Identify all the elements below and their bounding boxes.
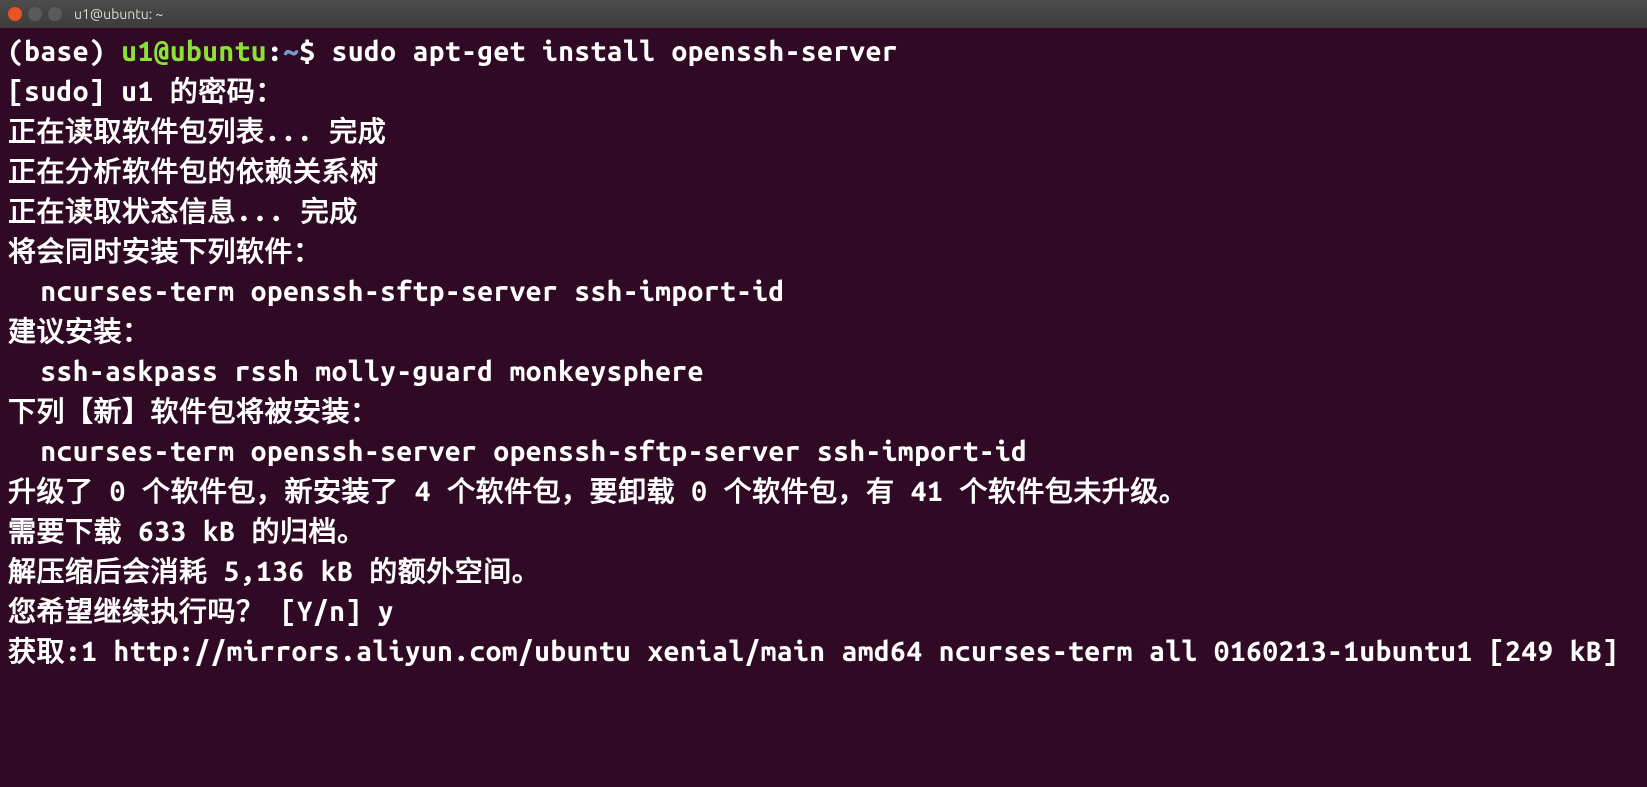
output-line: 下列【新】软件包将被安装： [8, 392, 1639, 432]
terminal-area[interactable]: (base) u1@ubuntu:~$ sudo apt-get install… [0, 28, 1647, 677]
prompt-line: (base) u1@ubuntu:~$ sudo apt-get install… [8, 36, 898, 67]
window-titlebar: u1@ubuntu: ~ [0, 0, 1647, 28]
prompt-base: (base) [8, 36, 121, 67]
output-line: 正在读取软件包列表... 完成 [8, 112, 1639, 152]
window-buttons [8, 7, 62, 21]
prompt-at: @ [154, 36, 170, 67]
output-line: 您希望继续执行吗？ [Y/n] y [8, 592, 1639, 632]
window-title: u1@ubuntu: ~ [74, 6, 163, 22]
minimize-icon[interactable] [28, 7, 42, 21]
output-line: 获取:1 http://mirrors.aliyun.com/ubuntu xe… [8, 632, 1639, 672]
prompt-dollar: $ [299, 36, 331, 67]
prompt-user: u1 [121, 36, 153, 67]
close-icon[interactable] [8, 7, 22, 21]
prompt-colon: : [267, 36, 283, 67]
command-text: sudo apt-get install openssh-server [332, 36, 898, 67]
output-line: 需要下载 633 kB 的归档。 [8, 512, 1639, 552]
output-line: 正在分析软件包的依赖关系树 [8, 152, 1639, 192]
output-line: 将会同时安装下列软件： [8, 232, 1639, 272]
output-line: ssh-askpass rssh molly-guard monkeyspher… [8, 352, 1639, 392]
output-line: 建议安装： [8, 312, 1639, 352]
prompt-path: ~ [283, 36, 299, 67]
output-line: 解压缩后会消耗 5,136 kB 的额外空间。 [8, 552, 1639, 592]
output-line: ncurses-term openssh-server openssh-sftp… [8, 432, 1639, 472]
maximize-icon[interactable] [48, 7, 62, 21]
prompt-host: ubuntu [170, 36, 267, 67]
output-line: 升级了 0 个软件包，新安装了 4 个软件包，要卸载 0 个软件包，有 41 个… [8, 472, 1639, 512]
output-line: ncurses-term openssh-sftp-server ssh-imp… [8, 272, 1639, 312]
output-line: 正在读取状态信息... 完成 [8, 192, 1639, 232]
output-line: [sudo] u1 的密码： [8, 72, 1639, 112]
